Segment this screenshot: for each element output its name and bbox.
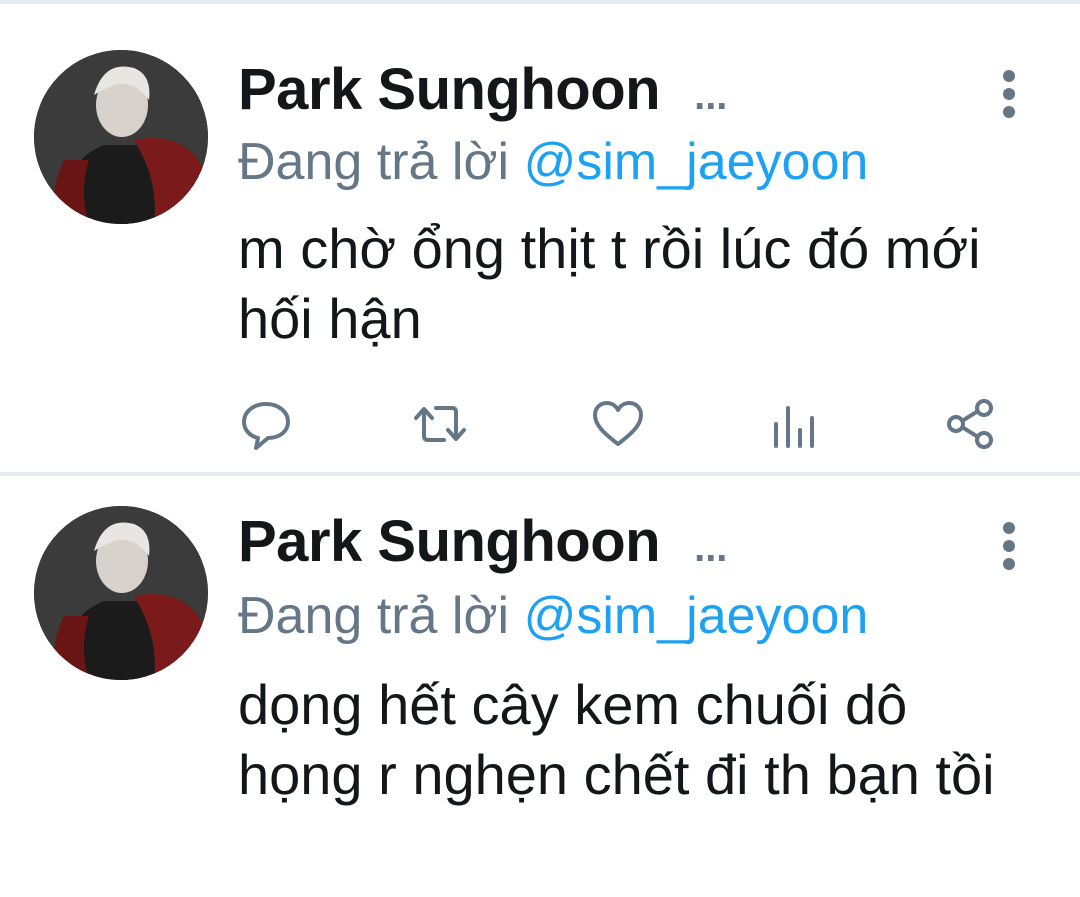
like-button[interactable]	[588, 394, 648, 454]
replying-to: Đang trả lời @sim_jaeyoon	[238, 132, 868, 192]
tweet-actions	[0, 394, 1080, 454]
more-options-button[interactable]	[996, 516, 1024, 576]
avatar[interactable]	[34, 50, 208, 224]
dot-icon	[1003, 522, 1015, 534]
avatar-photo	[34, 50, 208, 224]
author-name[interactable]: Park Sunghoon	[238, 56, 661, 123]
tweet-text: dọng hết cây kem chuối dô họng r nghẹn c…	[238, 673, 995, 806]
tweet-text: m chờ ổng thịt t rồi lúc đó mới hối hận	[238, 217, 981, 350]
reply-prefix: Đang trả lời	[238, 587, 510, 645]
tweet[interactable]: Park Sunghoon ... Đang trả lời @sim_jaey…	[0, 476, 1080, 897]
author-name[interactable]: Park Sunghoon	[238, 508, 661, 575]
dot-icon	[1003, 70, 1015, 82]
reply-mention-link[interactable]: @sim_jaeyoon	[524, 133, 869, 191]
retweet-icon	[414, 406, 466, 442]
dot-icon	[1003, 558, 1015, 570]
analytics-icon	[774, 406, 814, 448]
analytics-button[interactable]	[764, 394, 824, 454]
reply-button[interactable]	[236, 394, 296, 454]
tweet[interactable]: Park Sunghoon ... Đang trả lời @sim_jaey…	[0, 4, 1080, 472]
reply-prefix: Đang trả lời	[238, 133, 510, 191]
more-options-button[interactable]	[996, 64, 1024, 124]
author-row: Park Sunghoon ...	[238, 508, 727, 575]
replying-to: Đang trả lời @sim_jaeyoon	[238, 586, 868, 646]
share-icon	[947, 399, 993, 449]
reply-icon	[242, 402, 290, 450]
author-ellipsis: ...	[694, 74, 728, 118]
author-row: Park Sunghoon ...	[238, 56, 727, 123]
retweet-button[interactable]	[410, 394, 470, 454]
dot-icon	[1003, 540, 1015, 552]
share-button[interactable]	[940, 394, 1000, 454]
dot-icon	[1003, 88, 1015, 100]
author-ellipsis: ...	[694, 526, 728, 570]
avatar[interactable]	[34, 506, 208, 680]
heart-icon	[593, 401, 643, 446]
avatar-photo	[34, 506, 208, 680]
dot-icon	[1003, 106, 1015, 118]
reply-mention-link[interactable]: @sim_jaeyoon	[524, 587, 869, 645]
